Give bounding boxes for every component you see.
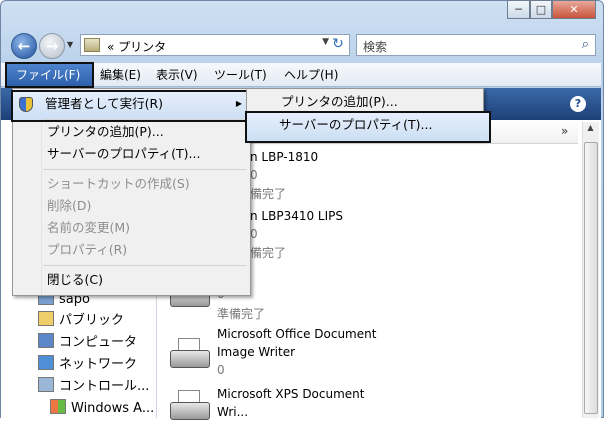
printer-status: 備完了 bbox=[250, 187, 287, 201]
tree-label: ネットワーク bbox=[59, 357, 138, 372]
menu-item-rename[interactable]: 名前の変更(M) bbox=[13, 217, 250, 239]
help-icon[interactable]: ? bbox=[570, 96, 586, 112]
printers-folder-icon bbox=[84, 38, 100, 52]
refresh-button[interactable]: ↻ bbox=[326, 34, 350, 56]
menu-separator bbox=[43, 119, 246, 120]
menu-item-server-properties[interactable]: サーバーのプロパティ(T)... bbox=[13, 143, 250, 165]
forward-button[interactable]: → bbox=[39, 33, 65, 59]
address-bar[interactable]: « プリンタ ▼ bbox=[80, 34, 350, 56]
folder-icon bbox=[38, 311, 54, 326]
maximize-button[interactable]: □ bbox=[530, 0, 552, 19]
menu-separator bbox=[43, 169, 246, 170]
run-as-admin-submenu: プリンタの追加(P)... サーバーのプロパティ(T)... bbox=[245, 88, 491, 143]
recent-pages-dropdown[interactable]: ▼ bbox=[67, 40, 77, 50]
address-path[interactable]: « プリンタ bbox=[107, 38, 166, 55]
printer-name[interactable]: n LBP3410 LIPS bbox=[250, 209, 343, 223]
menu-edit[interactable]: 編集(E) bbox=[94, 63, 147, 87]
menu-item-close[interactable]: 閉じる(C) bbox=[13, 269, 250, 291]
printer-name[interactable]: Microsoft Office Document bbox=[217, 327, 376, 341]
tree-label: パブリック bbox=[59, 313, 125, 328]
printer-name[interactable]: Microsoft XPS Document bbox=[217, 387, 364, 401]
tree-label: コンピュータ bbox=[59, 335, 138, 350]
tree-item-control-panel[interactable]: コントロール... bbox=[38, 377, 149, 397]
more-columns-icon[interactable]: » bbox=[561, 124, 568, 138]
windows-icon bbox=[50, 399, 66, 414]
tree-item-network[interactable]: ネットワーク bbox=[38, 355, 137, 375]
menu-item-create-shortcut[interactable]: ショートカットの作成(S) bbox=[13, 173, 250, 195]
tree-item-windows[interactable]: Windows A... bbox=[50, 399, 154, 419]
printer-jobs: 0 bbox=[217, 363, 225, 377]
submenu-arrow-icon: ▶ bbox=[235, 99, 242, 108]
control-panel-icon bbox=[38, 377, 54, 392]
tree-item-public[interactable]: パブリック bbox=[38, 311, 124, 331]
printer-jobs: 0 bbox=[250, 168, 258, 182]
menu-tools[interactable]: ツール(T) bbox=[208, 63, 273, 87]
tree-label: コントロール... bbox=[59, 379, 150, 394]
uac-shield-icon bbox=[19, 97, 33, 112]
submenu-item-add-printer[interactable]: プリンタの追加(P)... bbox=[247, 91, 483, 113]
printer-name[interactable]: n LBP-1810 bbox=[250, 150, 318, 164]
scrollbar-thumb[interactable] bbox=[584, 142, 598, 414]
scroll-up-icon[interactable]: ▲ bbox=[583, 123, 598, 139]
back-button[interactable]: ← bbox=[11, 33, 37, 59]
printer-name-line2[interactable]: Wri... bbox=[217, 405, 248, 419]
search-input[interactable]: 検索 ⌕ bbox=[356, 34, 596, 56]
menu-item-run-as-admin[interactable]: 管理者として実行(R) ▶ bbox=[11, 90, 252, 122]
printer-icon[interactable] bbox=[166, 336, 210, 374]
printer-status: 準備完了 bbox=[217, 307, 266, 321]
menu-item-add-printer[interactable]: プリンタの追加(P)... bbox=[13, 121, 250, 143]
printer-status: 備完了 bbox=[250, 246, 287, 260]
search-placeholder: 検索 bbox=[363, 40, 388, 54]
printer-icon[interactable] bbox=[166, 388, 210, 426]
menu-item-delete[interactable]: 削除(D) bbox=[13, 195, 250, 217]
menu-file[interactable]: ファイル(F) bbox=[5, 62, 94, 88]
computer-icon bbox=[38, 333, 54, 348]
menu-item-properties[interactable]: プロパティ(R) bbox=[13, 239, 250, 261]
search-icon[interactable]: ⌕ bbox=[582, 37, 589, 52]
submenu-item-server-properties[interactable]: サーバーのプロパティ(T)... bbox=[245, 111, 491, 143]
file-menu: 管理者として実行(R) ▶ プリンタの追加(P)... サーバーのプロパティ(T… bbox=[11, 88, 252, 296]
menu-separator bbox=[43, 265, 246, 266]
menu-item-label: 管理者として実行(R) bbox=[45, 96, 164, 111]
menu-view[interactable]: 表示(V) bbox=[150, 63, 204, 87]
tree-label: Windows A... bbox=[71, 401, 155, 416]
close-button[interactable]: ✕ bbox=[552, 0, 596, 19]
network-icon bbox=[38, 355, 54, 370]
tree-item-computer[interactable]: コンピュータ bbox=[38, 333, 137, 353]
menu-help[interactable]: ヘルプ(H) bbox=[278, 63, 344, 87]
printer-jobs: 0 bbox=[250, 227, 258, 241]
minimize-button[interactable]: ─ bbox=[507, 0, 530, 19]
printer-name-line2[interactable]: Image Writer bbox=[217, 345, 295, 359]
